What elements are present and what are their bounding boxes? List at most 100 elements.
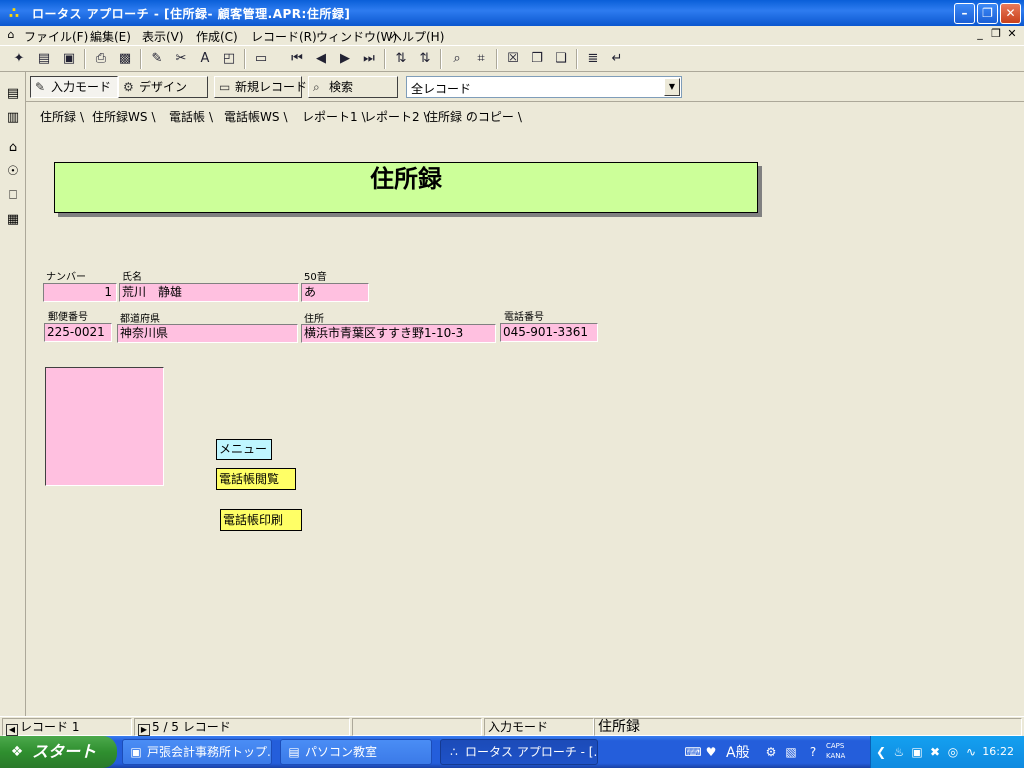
mdi-restore-button[interactable]: ❐ xyxy=(988,27,1004,40)
enter-icon[interactable]: ↵ xyxy=(606,48,628,70)
network-icon[interactable]: ▣ xyxy=(909,744,925,760)
task-folder[interactable]: ▤ パソコン教室 xyxy=(280,739,432,765)
input-mode-button[interactable]: ✎ 入力モード xyxy=(30,76,118,98)
main-toolbar: ✦ ▤ ▣ ⎙ ▩ ✎ ✂ A ◰ ▭ ⏮ ◀ ▶ ⏭ ⇅ ⇅ ⌕ ⌗ ☒ ❐ … xyxy=(0,45,1024,72)
address-field[interactable]: 横浜市青葉区すすき野1-10-3 xyxy=(301,324,496,343)
volume-wave-icon[interactable]: ∿ xyxy=(963,744,979,760)
computer-icon[interactable]: ⎕ xyxy=(2,186,24,206)
tab-report-1[interactable]: レポート1 \ xyxy=(302,108,366,125)
last-record-icon[interactable]: ⏭ xyxy=(358,48,380,70)
home-icon[interactable]: ⌂ xyxy=(2,138,24,158)
kana-field[interactable]: あ xyxy=(301,283,369,302)
previous-record-icon[interactable]: ◀ xyxy=(310,48,332,70)
start-button[interactable]: ❖ スタート xyxy=(0,736,117,768)
ime-mode[interactable]: A般 xyxy=(726,742,750,762)
open-folder-icon[interactable]: ▤ xyxy=(33,48,55,70)
menu-record[interactable]: レコード(R) xyxy=(251,28,317,45)
label-postal: 郵便番号 xyxy=(48,312,88,323)
duplicate-record-icon[interactable]: ❐ xyxy=(526,48,548,70)
record-icon: ◀ xyxy=(6,724,18,736)
new-record-button[interactable]: ▭ 新規レコード xyxy=(214,76,307,98)
status-mode[interactable]: 入力モード xyxy=(484,718,594,736)
ime-pad-icon[interactable]: ♥ xyxy=(702,743,720,761)
find-all-icon[interactable]: ⌗ xyxy=(470,48,492,70)
text-tool-icon[interactable]: A xyxy=(194,48,216,70)
document-icon[interactable]: ⌂ xyxy=(4,28,18,42)
print-preview-icon[interactable]: ▩ xyxy=(114,48,136,70)
next-record-icon[interactable]: ▶ xyxy=(334,48,356,70)
task-lotus-approach[interactable]: ∴ ロータス アプローチ - [... xyxy=(440,739,598,765)
mdi-close-button[interactable]: ✕ xyxy=(1004,27,1020,40)
tab-report-2[interactable]: レポート2 \ xyxy=(364,108,428,125)
status-view[interactable]: 住所録 xyxy=(594,718,1022,736)
ime-tool-icon[interactable]: ⚙ xyxy=(762,743,780,761)
help-globe-icon[interactable]: ☉ xyxy=(2,162,24,182)
delete-record-icon[interactable]: ☒ xyxy=(502,48,524,70)
close-button[interactable]: ✕ xyxy=(1000,3,1021,24)
sort-descending-icon[interactable]: ⇅ xyxy=(414,48,436,70)
field-box-icon[interactable]: ▭ xyxy=(250,48,272,70)
record-count[interactable]: ▶ 5 / 5 レコード xyxy=(134,718,350,736)
number-field[interactable]: 1 xyxy=(43,283,117,302)
record-filter-select[interactable]: 全レコード ▼ xyxy=(406,76,682,98)
edit-view-icon[interactable]: ▥ xyxy=(2,108,24,128)
photo-field[interactable] xyxy=(45,367,164,486)
label-address: 住所 xyxy=(304,314,324,325)
tab-phonebook[interactable]: 電話帳 \ xyxy=(169,108,213,125)
cut-icon[interactable]: ✂ xyxy=(170,48,192,70)
toolbar-separator xyxy=(244,49,246,69)
chevron-down-icon[interactable]: ▼ xyxy=(664,78,680,96)
menu-file[interactable]: ファイル(F) xyxy=(24,28,88,45)
draw-tool-icon[interactable]: ◰ xyxy=(218,48,240,70)
security-icon[interactable]: ✖ xyxy=(927,744,943,760)
caps-kana-indicator: CAPS KANA xyxy=(826,742,846,760)
new-file-icon[interactable]: ✦ xyxy=(8,48,30,70)
phone-field[interactable]: 045-901-3361 xyxy=(500,323,598,342)
database-icon[interactable]: ▦ xyxy=(2,210,24,230)
restore-button[interactable]: ❐ xyxy=(977,3,998,24)
view-phonebook-button[interactable]: 電話帳閲覧 xyxy=(216,468,296,490)
find-icon[interactable]: ⌕ xyxy=(446,48,468,70)
keyboard-icon[interactable]: ⌨ xyxy=(684,743,702,761)
print-phonebook-button[interactable]: 電話帳印刷 xyxy=(220,509,302,531)
copy-record-icon[interactable]: ❑ xyxy=(550,48,572,70)
spellcheck-icon[interactable]: ≣ xyxy=(582,48,604,70)
tab-address-book-ws[interactable]: 住所録WS \ xyxy=(92,108,156,125)
open-view-icon[interactable]: ▤ xyxy=(2,84,24,104)
tab-address-book[interactable]: 住所録 \ xyxy=(40,108,84,125)
title-bar[interactable]: ∴ ロータス アプローチ - [住所録- 顧客管理.APR:住所録] – ❐ ✕ xyxy=(0,0,1024,26)
window-title: ロータス アプローチ - [住所録- 顧客管理.APR:住所録] xyxy=(32,7,351,21)
save-icon[interactable]: ▣ xyxy=(58,48,80,70)
postal-field[interactable]: 225-0021 xyxy=(44,323,112,342)
record-indicator[interactable]: ◀ レコード 1 xyxy=(2,718,132,736)
print-icon[interactable]: ⎙ xyxy=(90,48,112,70)
sort-ascending-icon[interactable]: ⇅ xyxy=(390,48,412,70)
ime-dictionary-icon[interactable]: ▧ xyxy=(782,743,800,761)
menu-window[interactable]: ウィンドウ(W) xyxy=(316,28,397,45)
prefecture-field[interactable]: 神奈川県 xyxy=(117,324,298,343)
windows-logo-icon: ❖ xyxy=(10,744,24,760)
menu-view[interactable]: 表示(V) xyxy=(142,28,184,45)
mdi-minimize-button[interactable]: _ xyxy=(972,27,988,40)
task-browser[interactable]: ▣ 戸張会計事務所トップ... xyxy=(122,739,272,765)
clock[interactable]: 16:22 xyxy=(982,745,1014,758)
toolbar-separator xyxy=(440,49,442,69)
minimize-button[interactable]: – xyxy=(954,3,975,24)
media-icon[interactable]: ◎ xyxy=(945,744,961,760)
menu-help[interactable]: ヘルプ(H) xyxy=(390,28,444,45)
ime-help-icon[interactable]: ? xyxy=(804,743,822,761)
search-button[interactable]: ⌕ 検索 xyxy=(308,76,398,98)
java-icon[interactable]: ♨ xyxy=(891,744,907,760)
name-field[interactable]: 荒川 静雄 xyxy=(119,283,299,302)
tab-phonebook-ws[interactable]: 電話帳WS \ xyxy=(224,108,288,125)
tray-arrow-icon[interactable]: ❮ xyxy=(873,744,889,760)
tab-address-book-copy[interactable]: 住所録 のコピー \ xyxy=(426,108,522,125)
menu-edit[interactable]: 編集(E) xyxy=(90,28,131,45)
design-button[interactable]: ⚙ デザイン xyxy=(118,76,208,98)
lotus-approach-icon[interactable]: ∴ xyxy=(5,4,23,22)
edit-pen-icon[interactable]: ✎ xyxy=(146,48,168,70)
first-record-icon[interactable]: ⏮ xyxy=(286,48,308,70)
label-phone: 電話番号 xyxy=(504,312,544,323)
folder-icon: ▤ xyxy=(288,745,300,759)
menu-create[interactable]: 作成(C) xyxy=(196,28,238,45)
